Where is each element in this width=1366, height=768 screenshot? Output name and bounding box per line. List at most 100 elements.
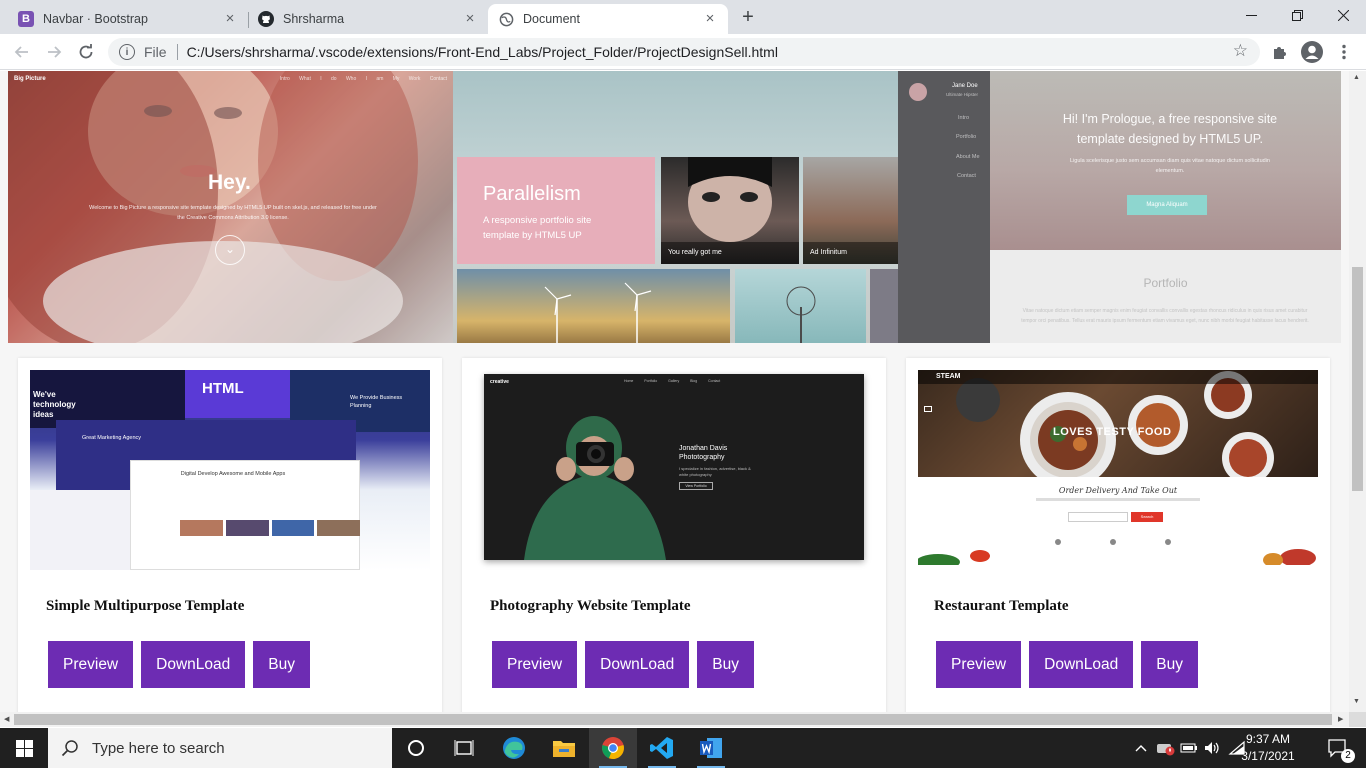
card-actions: Preview DownLoad Buy [48, 641, 310, 688]
tab-navbar-bootstrap[interactable]: B Navbar · Bootstrap × [8, 4, 249, 34]
search-icon [61, 740, 78, 757]
extensions-puzzle-icon[interactable] [1266, 38, 1294, 66]
close-tab-icon[interactable]: × [702, 11, 718, 27]
download-button[interactable]: DownLoad [585, 641, 690, 688]
battery-icon[interactable] [1178, 728, 1200, 768]
word-icon[interactable] [687, 728, 735, 768]
buy-button[interactable]: Buy [697, 641, 754, 688]
close-window-button[interactable] [1320, 0, 1366, 30]
forward-button[interactable] [40, 38, 68, 66]
sidebar-item-portfolio: Portfolio [956, 134, 977, 140]
scroll-left-arrow-icon[interactable]: ◀ [4, 715, 9, 723]
thumb-headline: HTML [202, 380, 244, 397]
scroll-right-arrow-icon[interactable]: ▶ [1338, 715, 1343, 723]
close-tab-icon[interactable]: × [462, 11, 478, 27]
minimize-button[interactable] [1228, 0, 1274, 30]
template-card-photography: creative Home Portfolio Gallery Blog Con… [462, 358, 886, 712]
prologue-hero-title: Hi! I'm Prologue, a free responsive site… [1062, 112, 1278, 146]
sidebar-item-contact: Contact [957, 173, 976, 179]
tab-document[interactable]: Document × [488, 4, 728, 34]
taskbar-search[interactable]: Type here to search [48, 728, 392, 768]
template-banner: Big Picture Intro What I do Who I am My … [8, 71, 1341, 343]
thumb-text: I specialize in fashion, advertise, blac… [679, 466, 751, 477]
profile-avatar-icon[interactable] [1298, 38, 1326, 66]
card-actions: Preview DownLoad Buy [492, 641, 754, 688]
card-actions: Preview DownLoad Buy [936, 641, 1198, 688]
card-thumbnail: STEAM LOVES TESTY FOOD Order Delivery An… [918, 370, 1318, 565]
scroll-down-arrow-icon[interactable]: ▼ [1353, 698, 1360, 705]
avatar [909, 83, 927, 101]
menu-kebab-icon[interactable] [1330, 38, 1358, 66]
url-text[interactable]: C:/Users/shrsharma/.vscode/extensions/Fr… [187, 44, 778, 60]
new-tab-button[interactable]: + [736, 6, 760, 30]
back-button[interactable] [8, 38, 36, 66]
parallelism-title: Parallelism [483, 183, 581, 205]
horizontal-scrollbar[interactable]: ◀ ▶ [0, 712, 1349, 727]
scrollbar-corner [1349, 712, 1366, 727]
gallery-tile-tree [735, 269, 866, 343]
thumb-search-button: Search [1131, 512, 1163, 522]
browser-tab-strip: B Navbar · Bootstrap × Shrsharma × Docum… [0, 0, 1366, 34]
preview-button[interactable]: Preview [936, 641, 1022, 688]
buy-button[interactable]: Buy [1141, 641, 1198, 688]
cortana-icon[interactable] [392, 728, 440, 768]
close-tab-icon[interactable]: × [222, 11, 238, 27]
tab-github[interactable]: Shrsharma × [248, 4, 489, 34]
sidebar-item-intro: Intro [958, 115, 970, 121]
scrollbar-thumb[interactable] [1352, 267, 1363, 491]
gallery-tile-windmills [457, 269, 730, 343]
preview-button[interactable]: Preview [492, 641, 578, 688]
scrollbar-thumb[interactable] [14, 714, 1332, 725]
reload-button[interactable] [72, 38, 100, 66]
prologue-preview: Jane Doe Ultimate Hipster Intro Portfoli… [898, 71, 1341, 343]
mini-nav: Intro What I do Who I am My Work Contact [279, 76, 447, 82]
divider [176, 44, 178, 60]
file-explorer-icon[interactable] [540, 728, 588, 768]
card-title: Restaurant Template [934, 598, 1069, 614]
download-button[interactable]: DownLoad [141, 641, 246, 688]
sidebar-item-about: About Me [956, 154, 980, 160]
tab-title: Navbar · Bootstrap [43, 12, 148, 26]
parallelism-preview: Parallelism A responsive portfolio site … [453, 71, 898, 343]
task-view-icon[interactable] [440, 728, 488, 768]
volume-icon[interactable] [1200, 728, 1224, 768]
card-title: Simple Multipurpose Template [46, 598, 245, 614]
parallelism-intro-tile: Parallelism A responsive portfolio site … [457, 157, 655, 264]
github-icon [258, 11, 274, 27]
vertical-scrollbar[interactable]: ▲ ▼ [1349, 71, 1366, 712]
search-placeholder: Type here to search [92, 739, 225, 757]
download-button[interactable]: DownLoad [1029, 641, 1134, 688]
show-hidden-icons-chevron-icon[interactable] [1131, 728, 1151, 768]
photographer-photo [524, 416, 666, 560]
thumb-headline: LOVES TESTY FOOD [1053, 426, 1172, 438]
parallelism-subtitle: A responsive portfolio site template by … [483, 215, 592, 241]
info-icon[interactable]: i [119, 44, 135, 60]
start-button[interactable] [0, 728, 48, 768]
device-warning-icon[interactable] [1153, 728, 1177, 768]
mini-brand: Big Picture [14, 76, 46, 82]
clock-time: 9:37 AM [1245, 732, 1291, 746]
prologue-hero-text: Ligula scelerisque justo sem accumsan di… [1070, 158, 1270, 174]
thumb-tag: We Provide Business Planning [350, 395, 403, 409]
prologue-portfolio-section: Portfolio Vitae natoque dictum etiam sem… [990, 250, 1341, 343]
preview-button[interactable]: Preview [48, 641, 134, 688]
vscode-icon[interactable] [638, 728, 686, 768]
system-clock[interactable]: 9:37 AM 3/17/2021 [1232, 731, 1304, 765]
page-viewport: Big Picture Intro What I do Who I am My … [0, 71, 1349, 712]
bookmark-star-icon[interactable]: ☆ [1233, 41, 1248, 61]
prologue-sidebar: Jane Doe Ultimate Hipster Intro Portfoli… [898, 71, 990, 343]
buy-button[interactable]: Buy [253, 641, 310, 688]
edge-browser-icon[interactable] [490, 728, 538, 768]
vegetables-decoration [918, 539, 1316, 565]
windows-logo-icon [15, 739, 33, 757]
notification-center-icon[interactable]: 2 [1318, 728, 1358, 768]
thumb-brand: STEAM [936, 373, 961, 380]
thumb-tag: We've technology ideas [33, 390, 76, 419]
big-picture-preview: Big Picture Intro What I do Who I am My … [8, 71, 453, 343]
template-card-restaurant: STEAM LOVES TESTY FOOD Order Delivery An… [906, 358, 1330, 712]
address-bar[interactable]: i File C:/Users/shrsharma/.vscode/extens… [108, 38, 1260, 66]
gallery-tile-forest: Ad Infinitum [803, 157, 898, 264]
chrome-icon[interactable] [589, 728, 637, 768]
scroll-up-arrow-icon[interactable]: ▲ [1353, 74, 1360, 81]
restore-button[interactable] [1274, 0, 1320, 30]
